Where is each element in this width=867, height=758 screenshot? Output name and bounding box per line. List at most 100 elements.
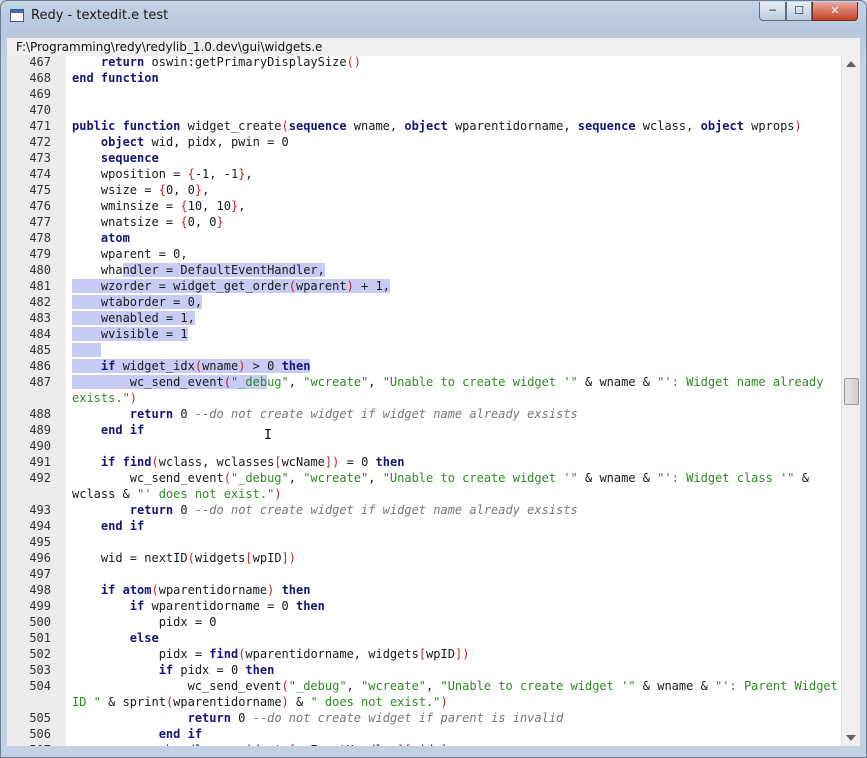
- code-line[interactable]: 493 return 0 --do not create widget if w…: [7, 502, 841, 518]
- maximize-button[interactable]: ☐: [786, 2, 812, 21]
- code-text: wposition = {-1, -1},: [72, 166, 253, 182]
- code-line[interactable]: 485: [7, 342, 841, 358]
- code-line[interactable]: 484 wvisible = 1: [7, 326, 841, 342]
- code-line[interactable]: 473 sequence: [7, 150, 841, 166]
- code-text: whandler = DefaultEventHandler,: [72, 262, 325, 278]
- code-token: ,: [426, 679, 441, 693]
- close-button[interactable]: ✕: [812, 2, 858, 21]
- code-line[interactable]: 503 if pidx = 0 then: [7, 662, 841, 678]
- code-text: if widget_idx(wname) > 0 then: [72, 358, 311, 374]
- code-token: atom: [100, 231, 130, 245]
- window-title: Redy - textedit.e test: [31, 8, 169, 23]
- code-token: wzorder = widget_get_order: [72, 279, 289, 293]
- code-line[interactable]: 490: [7, 438, 841, 454]
- code-token: public function: [72, 119, 181, 133]
- code-token: object: [700, 119, 744, 133]
- code-line[interactable]: 478 atom: [7, 230, 841, 246]
- code-line[interactable]: 499 if wparentidorname = 0 then: [7, 598, 841, 614]
- code-line[interactable]: 487 wc_send_event("_debug", "wcreate", "…: [7, 374, 841, 390]
- code-line[interactable]: 488 return 0 --do not create widget if w…: [7, 406, 841, 422]
- code-text: pidx = find(wparentidorname, widgets[wpI…: [72, 646, 470, 662]
- code-token: {: [187, 167, 195, 181]
- code-token: wparent = 0,: [72, 247, 188, 261]
- code-token: object: [404, 119, 448, 133]
- code-line[interactable]: 492 wc_send_event("_debug", "wcreate", "…: [7, 470, 841, 486]
- code-token: sequence: [577, 119, 636, 133]
- code-token: &: [794, 471, 809, 485]
- code-line[interactable]: 483 wenabled = 1,: [7, 310, 841, 326]
- code-area[interactable]: 467 return oswin:getPrimaryDisplaySize()…: [7, 56, 841, 746]
- code-line[interactable]: 494 end if: [7, 518, 841, 534]
- code-token: wid, pidx, pwin = 0: [144, 135, 289, 149]
- code-line[interactable]: 498 if atom(wparentidorname) then: [7, 582, 841, 598]
- code-line[interactable]: 495: [7, 534, 841, 550]
- code-line[interactable]: 482 wtaborder = 0,: [7, 294, 841, 310]
- code-token: (: [223, 471, 231, 485]
- code-line[interactable]: 505 return 0 --do not create widget if p…: [7, 710, 841, 726]
- code-line[interactable]: 501 else: [7, 630, 841, 646]
- code-token: ): [274, 487, 282, 501]
- code-line[interactable]: 470: [7, 102, 841, 118]
- code-token: else: [129, 631, 159, 645]
- code-token: pidx: [412, 743, 441, 746]
- code-line[interactable]: 489 end if: [7, 422, 841, 438]
- app-window: Redy - textedit.e test ─ ☐ ✕ F:\Programm…: [0, 0, 867, 758]
- code-token: "wcreate": [303, 375, 369, 389]
- code-line[interactable]: 467 return oswin:getPrimaryDisplaySize(): [7, 56, 841, 70]
- code-token: ,: [346, 679, 361, 693]
- code-token: [: [274, 455, 282, 469]
- code-line[interactable]: 507 whandler = widgets[wpEventHandler][p…: [7, 742, 841, 746]
- title-bar[interactable]: Redy - textedit.e test ─ ☐ ✕: [1, 1, 866, 31]
- line-number: 500: [29, 615, 51, 629]
- code-line[interactable]: 500 pidx = 0: [7, 614, 841, 630]
- code-line[interactable]: 475 wsize = {0, 0},: [7, 182, 841, 198]
- code-line[interactable]: exists."): [7, 390, 841, 406]
- line-number: 507: [7, 742, 51, 746]
- code-token: (: [288, 279, 296, 293]
- code-line[interactable]: 474 wposition = {-1, -1},: [7, 166, 841, 182]
- code-line[interactable]: 480 whandler = DefaultEventHandler,: [7, 262, 841, 278]
- code-editor[interactable]: 467 return oswin:getPrimaryDisplaySize()…: [7, 56, 860, 746]
- code-token: "Unable to create widget '": [382, 471, 578, 485]
- code-token: wcName: [281, 455, 325, 469]
- code-text: whandler = widgets[wpEventHandler][pidx]: [72, 742, 448, 746]
- code-line[interactable]: 477 wnatsize = {0, 0}: [7, 214, 841, 230]
- code-line[interactable]: 479 wparent = 0,: [7, 246, 841, 262]
- code-line[interactable]: 502 pidx = find(wparentidorname, widgets…: [7, 646, 841, 662]
- line-number: 494: [29, 519, 51, 533]
- code-line[interactable]: 506 end if: [7, 726, 841, 742]
- code-line[interactable]: 471 public function widget_create(sequenc…: [7, 118, 841, 134]
- code-line[interactable]: ID " & sprint(wparentidorname) & " does …: [7, 694, 841, 710]
- code-token: then: [375, 455, 405, 469]
- code-line[interactable]: 469: [7, 86, 841, 102]
- app-window-icon: [10, 9, 24, 22]
- code-line[interactable]: wclass & "' does not exist."): [7, 486, 841, 502]
- scroll-up-arrow-icon[interactable]: [846, 61, 856, 67]
- scroll-down-arrow-icon[interactable]: [846, 735, 856, 741]
- code-token: wenabled = 1,: [72, 311, 195, 325]
- code-token: ,: [245, 167, 253, 181]
- code-line[interactable]: 491 if find(wclass, wclasses[wcName]) = …: [7, 454, 841, 470]
- scrollbar-thumb[interactable]: [844, 378, 859, 405]
- vertical-scrollbar[interactable]: [841, 56, 860, 746]
- code-token: &: [288, 695, 311, 709]
- code-line[interactable]: 504 wc_send_event("_debug", "wcreate", "…: [7, 678, 841, 694]
- code-token: 0: [173, 503, 195, 517]
- code-line[interactable]: 472 object wid, pidx, pwin = 0: [7, 134, 841, 150]
- code-token: if: [100, 583, 116, 597]
- code-line[interactable]: 496 wid = nextID(widgets[wpID]): [7, 550, 841, 566]
- code-line[interactable]: 481 wzorder = widget_get_order(wparent) …: [7, 278, 841, 294]
- code-line[interactable]: 468 end function: [7, 70, 841, 86]
- code-token: wparentidorname,: [447, 119, 578, 133]
- code-token: ): [440, 695, 448, 709]
- code-text: end if: [72, 726, 202, 742]
- code-line[interactable]: 497: [7, 566, 841, 582]
- minimize-button[interactable]: ─: [759, 2, 786, 21]
- code-token: end if: [100, 519, 145, 533]
- code-token: }: [194, 183, 203, 197]
- code-token: (: [151, 583, 159, 597]
- code-line[interactable]: 476 wminsize = {10, 10},: [7, 198, 841, 214]
- code-line[interactable]: 486 if widget_idx(wname) > 0 then: [7, 358, 841, 374]
- code-text: wminsize = {10, 10},: [72, 198, 246, 214]
